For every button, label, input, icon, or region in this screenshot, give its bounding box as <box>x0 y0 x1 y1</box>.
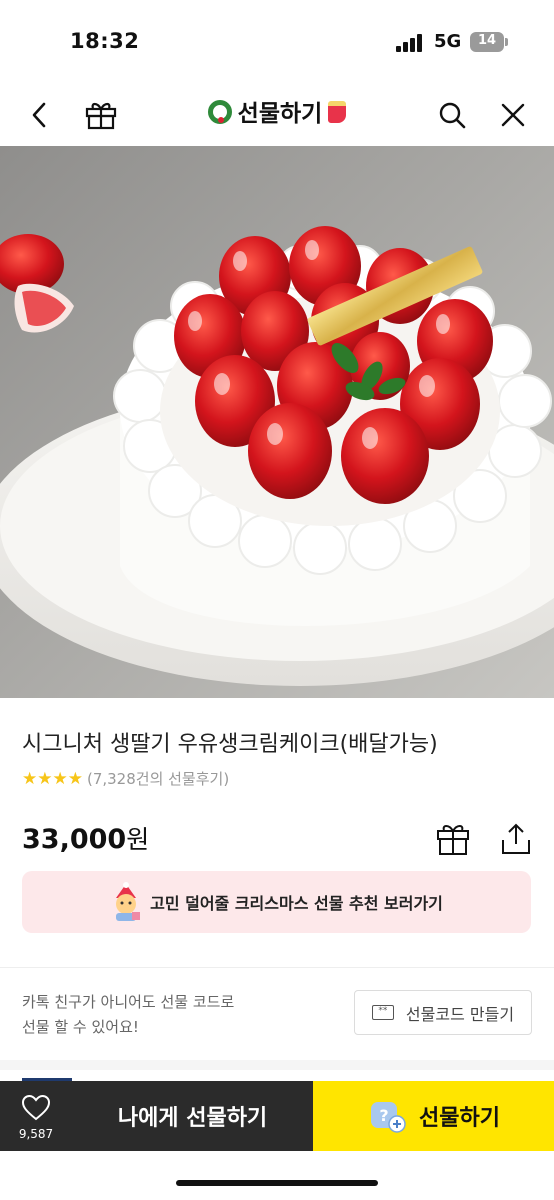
gift-code-description: 카톡 친구가 아니어도 선물 코드로 선물 할 수 있어요! <box>22 990 234 1040</box>
wreath-icon <box>207 100 232 124</box>
review-count: (7,328건의 선물후기) <box>86 770 230 788</box>
heart-icon <box>22 1095 50 1121</box>
gift-box-button[interactable] <box>78 92 124 138</box>
send-gift-button[interactable]: ? 선물하기 <box>313 1081 554 1151</box>
close-button[interactable] <box>490 92 536 138</box>
star-rating-icon: ★★★★ <box>22 768 83 789</box>
santa-character-icon <box>116 882 141 921</box>
like-button[interactable]: 9,587 <box>0 1081 72 1151</box>
promo-text: 고민 덜어줄 크리스마스 선물 추천 보러가기 <box>150 894 443 913</box>
create-gift-code-label: 선물코드 만들기 <box>405 1004 515 1024</box>
page-title-text: 선물하기 <box>237 101 323 127</box>
strawberry-cake-illustration <box>0 226 554 686</box>
search-icon <box>439 102 466 129</box>
chevron-left-icon <box>32 102 46 128</box>
price-unit: 원 <box>126 825 150 854</box>
nav-bar: 선물하기 <box>0 84 554 146</box>
gift-code-icon: ** <box>371 1005 394 1020</box>
create-gift-code-button[interactable]: ** 선물코드 만들기 <box>354 990 532 1035</box>
home-indicator[interactable] <box>176 1180 378 1186</box>
divider <box>0 967 554 968</box>
search-button[interactable] <box>429 92 475 138</box>
rating-row[interactable]: ★★★★ (7,328건의 선물후기) <box>22 768 229 789</box>
back-button[interactable] <box>17 92 63 138</box>
battery-icon: 14 <box>470 32 508 52</box>
gift-icon <box>437 825 469 855</box>
wishlist-gift-button[interactable] <box>434 820 472 858</box>
send-gift-label: 선물하기 <box>419 1106 500 1131</box>
signal-icon <box>396 34 424 52</box>
close-icon <box>501 103 525 127</box>
stocking-icon <box>328 101 347 123</box>
battery-level: 14 <box>477 33 497 48</box>
svg-text:?: ? <box>379 1106 388 1125</box>
product-image <box>0 146 554 698</box>
gift-to-self-label: 나에게 선물하기 <box>117 1106 268 1131</box>
status-bar: 18:32 5G 14 <box>0 0 554 84</box>
product-title: 시그니처 생딸기 우유생크림케이크(배달가능) <box>22 732 438 757</box>
christmas-promo-banner[interactable]: 고민 덜어줄 크리스마스 선물 추천 보러가기 <box>22 871 531 933</box>
price-number: 33,000 <box>22 824 127 855</box>
price: 33,000원 <box>22 820 149 856</box>
share-button[interactable] <box>497 820 535 858</box>
section-divider <box>0 1060 554 1070</box>
network-label: 5G <box>434 31 462 52</box>
gift-to-self-button[interactable]: 나에게 선물하기 <box>72 1081 313 1151</box>
gift-icon <box>85 102 117 130</box>
status-time: 18:32 <box>70 29 140 53</box>
gift-code-line2: 선물 할 수 있어요! <box>22 1018 139 1036</box>
bottom-action-bar: 9,587 나에게 선물하기 ? 선물하기 <box>0 1081 554 1151</box>
gift-question-icon: ? <box>371 1102 406 1133</box>
gift-code-line1: 카톡 친구가 아니어도 선물 코드로 <box>22 993 235 1011</box>
like-count: 9,587 <box>18 1127 54 1141</box>
share-icon <box>502 823 530 854</box>
